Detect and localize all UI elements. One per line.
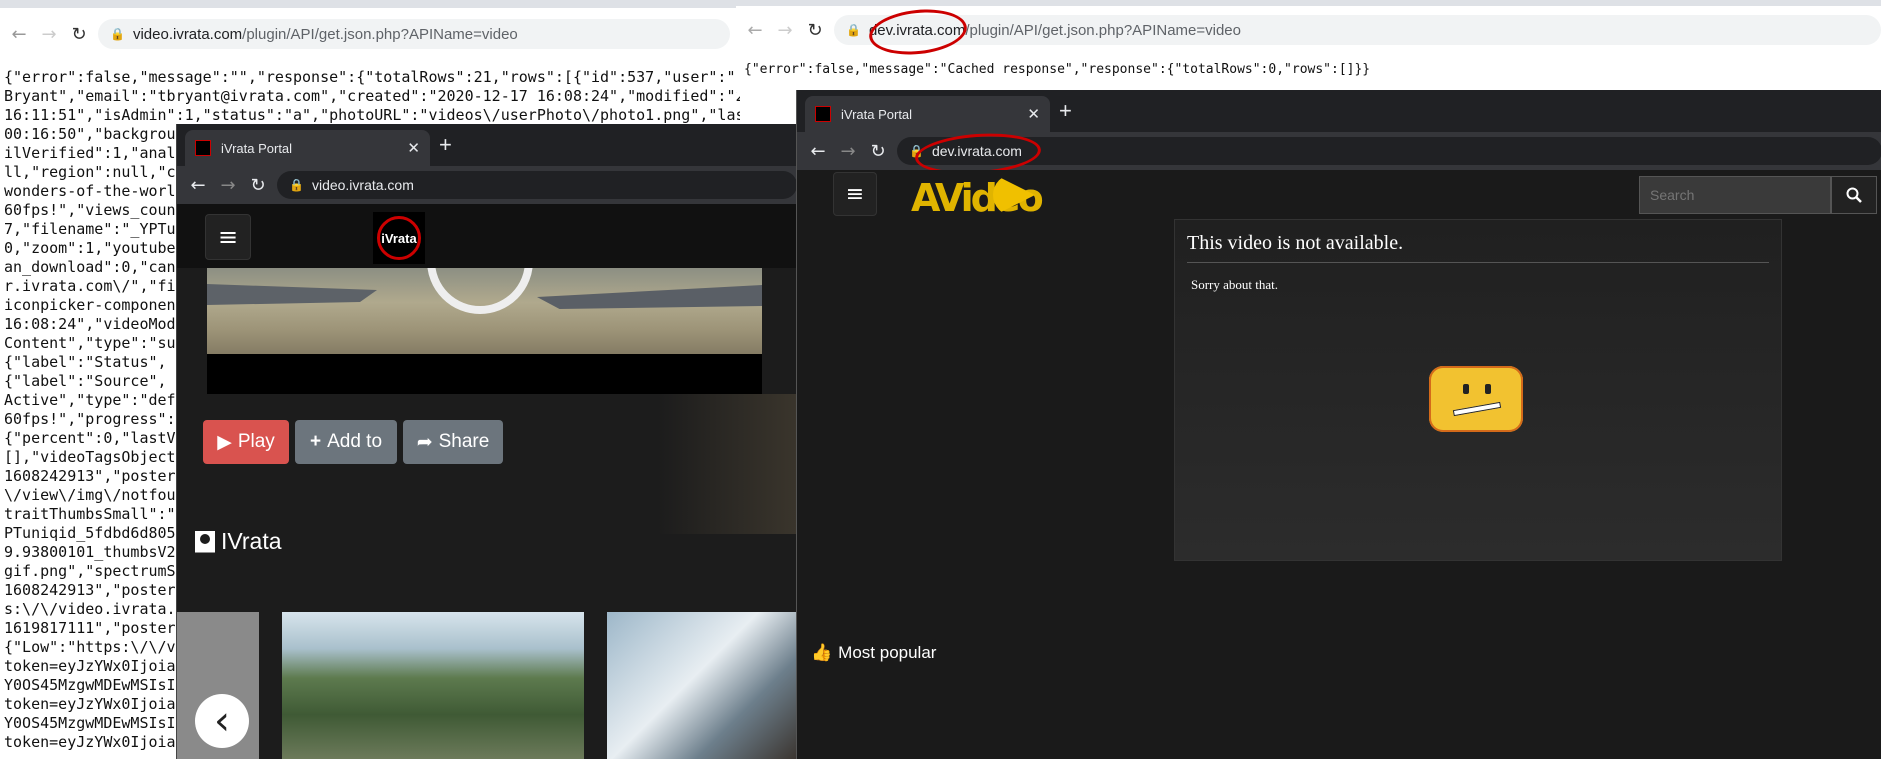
lock-icon: 🔒 (289, 178, 304, 192)
video-thumbnail[interactable] (607, 612, 797, 759)
search-icon (1846, 187, 1862, 203)
user-silhouette (200, 533, 210, 544)
lock-icon: 🔒 (110, 27, 125, 41)
favicon (195, 140, 211, 156)
eye-right (1485, 384, 1491, 394)
forward-arrow-icon[interactable]: → (774, 19, 796, 41)
back-arrow-icon[interactable]: ← (807, 140, 829, 162)
user-icon (195, 530, 215, 553)
tab-title: iVrata Portal (841, 106, 913, 122)
video-unavailable-panel: This video is not available. Sorry about… (1174, 219, 1782, 561)
share-icon: ➦ (416, 431, 433, 453)
error-message: Sorry about that. (1191, 277, 1279, 292)
channel-link[interactable]: IVrata (195, 528, 282, 555)
menu-icon[interactable]: ≡ (205, 214, 251, 260)
share-button[interactable]: ➦ Share (403, 420, 503, 464)
most-popular-heading[interactable]: 👍 Most popular (811, 643, 936, 663)
plus-icon: + (309, 431, 322, 452)
site-header: ≡ iVrata (177, 204, 797, 268)
error-title: This video is not available. (1187, 232, 1404, 254)
url-text: video.ivrata.com (311, 177, 414, 193)
logo-ring: iVrata (377, 216, 421, 260)
back-arrow-icon[interactable]: ← (744, 19, 766, 41)
share-label: Share (438, 431, 490, 452)
json-line: 16:11:51","isAdmin":1,"status":"a","phot… (4, 106, 740, 124)
favicon (815, 106, 831, 122)
search-button[interactable] (1831, 176, 1877, 214)
url-host: video.ivrata.com (132, 25, 243, 43)
tab-strip (0, 0, 740, 8)
divider (1187, 262, 1769, 263)
toolbar: ← → ↻ 🔒 video.ivrata.com/plugin/API/get.… (0, 14, 740, 54)
carousel-prev-button[interactable]: ‹ (195, 694, 249, 748)
most-popular-label: Most popular (838, 643, 937, 662)
address-bar[interactable]: 🔒 dev.ivrata.com/plugin/API/get.json.php… (834, 15, 1881, 45)
mouth (1452, 401, 1502, 417)
tab-ivrata-portal[interactable]: iVrata Portal ✕ (805, 96, 1050, 132)
play-button[interactable]: ▶ Play (203, 420, 289, 464)
forward-arrow-icon[interactable]: → (38, 23, 60, 45)
video-frame (207, 268, 762, 354)
menu-icon[interactable]: ≡ (833, 172, 877, 216)
toolbar: ← → ↻ 🔒 video.ivrata.com (177, 166, 797, 204)
back-arrow-icon[interactable]: ← (8, 23, 30, 45)
play-circle-icon[interactable] (427, 268, 533, 314)
tab-title: iVrata Portal (221, 140, 293, 156)
tab-strip: iVrata Portal ✕ + (797, 90, 1881, 132)
video-thumbnail[interactable] (282, 612, 584, 759)
lock-icon: 🔒 (846, 23, 861, 37)
add-label: Add to (327, 431, 383, 452)
video-player[interactable] (207, 268, 762, 394)
play-label: Play (237, 431, 275, 452)
avideo-logo[interactable]: AVideo (911, 170, 1044, 226)
reload-icon[interactable]: ↻ (867, 140, 889, 162)
tab-ivrata-portal[interactable]: iVrata Portal ✕ (185, 130, 430, 166)
backdrop-fade (657, 394, 797, 534)
close-tab-icon[interactable]: ✕ (407, 139, 420, 157)
tab-strip (736, 0, 1881, 6)
popup-window-video-portal: iVrata Portal ✕ + ← → ↻ 🔒 video.ivrata.c… (176, 124, 797, 759)
new-tab-icon[interactable]: + (1059, 98, 1072, 124)
tab-strip: iVrata Portal ✕ + (177, 124, 797, 166)
logo-text: iVrata (381, 230, 417, 246)
address-bar[interactable]: 🔒 video.ivrata.com/plugin/API/get.json.p… (98, 19, 730, 49)
sad-face-icon (1429, 366, 1523, 432)
thumbs-up-icon: 👍 (811, 643, 833, 663)
popup-window-dev-portal: iVrata Portal ✕ + ← → ↻ 🔒 dev.ivrata.com… (796, 90, 1881, 759)
reload-icon[interactable]: ↻ (68, 23, 90, 45)
forward-arrow-icon[interactable]: → (837, 140, 859, 162)
new-tab-icon[interactable]: + (439, 132, 452, 158)
channel-name: IVrata (221, 528, 282, 554)
play-icon: ▶ (217, 431, 232, 453)
add-to-button[interactable]: + Add to (295, 420, 397, 464)
jet-shape (537, 285, 762, 309)
json-response-text: {"error":false,"message":"Cached respons… (744, 62, 1371, 77)
chevron-left-icon: ‹ (214, 698, 230, 744)
close-tab-icon[interactable]: ✕ (1027, 105, 1040, 123)
search-box (1639, 176, 1877, 214)
address-bar[interactable]: 🔒 dev.ivrata.com (897, 137, 1881, 165)
json-line: {"error":false,"message":"","response":{… (4, 68, 740, 86)
address-bar[interactable]: 🔒 video.ivrata.com (277, 171, 797, 199)
back-arrow-icon[interactable]: ← (187, 174, 209, 196)
jet-shape (207, 284, 377, 305)
search-input[interactable] (1639, 176, 1831, 214)
browser-window-dev-api: ← → ↻ 🔒 dev.ivrata.com/plugin/API/get.js… (736, 0, 1881, 92)
reload-icon[interactable]: ↻ (804, 19, 826, 41)
url-path: /plugin/API/get.json.php?APIName=video (965, 21, 1241, 39)
forward-arrow-icon[interactable]: → (217, 174, 239, 196)
reload-icon[interactable]: ↻ (247, 174, 269, 196)
json-line: Bryant","email":"tbryant@ivrata.com","cr… (4, 87, 740, 105)
eye-left (1463, 384, 1469, 394)
url-path: /plugin/API/get.json.php?APIName=video (242, 25, 518, 43)
site-logo[interactable]: iVrata (373, 212, 425, 264)
